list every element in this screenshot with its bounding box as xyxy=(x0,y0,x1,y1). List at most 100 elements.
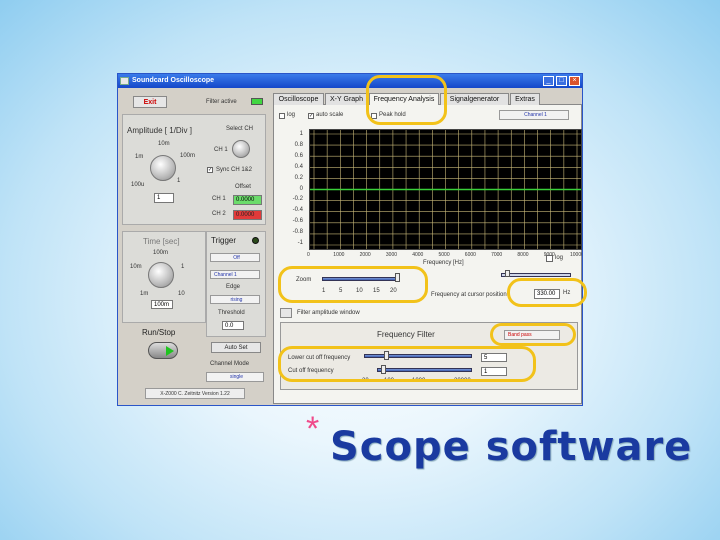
time-tick-label: 10 xyxy=(178,291,185,297)
time-knob[interactable] xyxy=(148,262,174,288)
caption-asterisk: * xyxy=(306,410,320,448)
filter-active-led xyxy=(251,98,263,105)
select-ch-option: CH 1 xyxy=(214,147,228,153)
threshold-value[interactable]: 0.0 xyxy=(222,321,244,330)
trigger-title: Trigger xyxy=(211,236,237,245)
time-tick-label: 100m xyxy=(153,250,169,256)
log-checkbox[interactable] xyxy=(279,113,285,119)
auto-scale-label: auto scale xyxy=(316,112,344,118)
amp-tick-label: 10m xyxy=(158,141,170,147)
trigger-mode-dropdown[interactable]: Off xyxy=(210,253,260,262)
spectrum-svg xyxy=(310,130,581,249)
filter-window-button[interactable] xyxy=(280,308,292,318)
filter-active-label: Filter active xyxy=(206,99,237,105)
log-label: log xyxy=(287,112,296,118)
sync-label: Sync CH 1&2 xyxy=(216,167,253,173)
spectrum-plot xyxy=(309,129,582,250)
x-tick-label: 8000 xyxy=(517,252,529,258)
channel-dropdown[interactable]: Channel 1 xyxy=(499,110,569,120)
highlight-frequency-tab xyxy=(366,75,447,125)
highlight-zoom xyxy=(278,266,428,303)
tab-oscilloscope[interactable]: Oscilloscope xyxy=(273,93,324,105)
close-button[interactable]: × xyxy=(569,76,580,86)
x-tick-label: 7000 xyxy=(491,252,503,258)
threshold-label: Threshold xyxy=(218,310,245,316)
tab-signalgenerator[interactable]: Signalgenerator xyxy=(440,93,509,105)
amp-tick-label: 1 xyxy=(177,178,181,184)
sync-checkbox[interactable]: ✓ xyxy=(207,167,213,173)
y-tick-label: 0.4 xyxy=(294,163,303,170)
x-tick-label: 10000 xyxy=(570,252,583,258)
y-tick-label: 0.6 xyxy=(294,152,303,159)
select-ch-knob[interactable] xyxy=(232,140,250,158)
window-title: Soundcard Oscilloscope xyxy=(132,77,215,84)
y-tick-label: -0.8 xyxy=(292,229,303,236)
y-tick-label: 0.2 xyxy=(294,174,303,181)
x-tick-label: 2000 xyxy=(359,252,371,258)
time-tick-label: 1 xyxy=(181,264,185,270)
offset-ch2-value[interactable]: 0.0000 xyxy=(233,210,262,220)
x-axis-label: Frequency [Hz] xyxy=(423,260,464,266)
x-tick-label: 4000 xyxy=(412,252,424,258)
run-stop-button[interactable] xyxy=(148,342,178,359)
offset-ch2-label: CH 2 xyxy=(212,211,226,217)
channel-mode-dropdown[interactable]: single xyxy=(206,372,264,382)
x-tick-label: 3000 xyxy=(385,252,398,258)
cursor-scrollbar[interactable] xyxy=(501,273,571,277)
frequency-filter-title: Frequency Filter xyxy=(377,330,435,339)
x-tick-label: 5000 xyxy=(438,252,450,258)
caption-title: Scope software xyxy=(330,424,693,470)
log2-checkbox[interactable] xyxy=(546,255,553,262)
log2-label: log xyxy=(555,255,564,261)
amplitude-knob[interactable] xyxy=(150,155,176,181)
time-value[interactable]: 100m xyxy=(151,300,173,309)
tab-extras[interactable]: Extras xyxy=(510,93,540,105)
amplitude-title: Amplitude [ 1/Div ] xyxy=(127,126,192,135)
exit-button[interactable]: Exit xyxy=(133,96,167,108)
maximize-button[interactable]: □ xyxy=(556,76,567,86)
x-axis-ticks: 0100020003000400050006000700080009000100… xyxy=(303,252,583,260)
select-ch-label: Select CH xyxy=(226,126,254,132)
y-tick-label: -1 xyxy=(297,240,303,246)
time-tick-label: 10m xyxy=(130,264,142,270)
filter-window-label: Filter amplitude window xyxy=(297,310,360,316)
auto-scale-checkbox[interactable]: ✓ xyxy=(308,113,314,119)
cursor-scroll-thumb[interactable] xyxy=(505,270,510,277)
amp-tick-label: 100m xyxy=(180,153,196,159)
tab-xy-graph[interactable]: X-Y Graph xyxy=(325,93,368,105)
time-tick-label: 1m xyxy=(140,291,149,297)
y-tick-label: 0 xyxy=(299,185,303,192)
run-stop-label: Run/Stop xyxy=(142,328,176,337)
play-icon xyxy=(166,346,174,356)
app-icon xyxy=(120,77,129,85)
cursor-frequency-label: Frequency at cursor position xyxy=(431,292,507,298)
auto-set-button[interactable]: Auto Set xyxy=(211,342,261,353)
minimize-button[interactable]: _ xyxy=(543,76,554,86)
y-tick-label: -0.2 xyxy=(292,196,303,203)
x-tick-label: 1000 xyxy=(333,252,345,258)
edge-dropdown[interactable]: rising xyxy=(210,295,260,304)
amp-tick-label: 100u xyxy=(131,182,145,188)
title-bar: Soundcard Oscilloscope xyxy=(118,74,582,88)
channel-mode-label: Channel Mode xyxy=(210,361,250,367)
x-tick-label: 0 xyxy=(307,252,310,258)
y-tick-label: 0.8 xyxy=(294,141,303,148)
y-tick-label: -0.4 xyxy=(292,207,303,214)
offset-ch1-value[interactable]: 0.0000 xyxy=(233,195,262,205)
time-title: Time [sec] xyxy=(143,237,180,246)
trigger-channel-dropdown[interactable]: Channel 1 xyxy=(210,270,260,279)
highlight-cursor-frequency xyxy=(507,278,587,307)
highlight-filter-type xyxy=(490,323,576,346)
highlight-cutoff-sliders xyxy=(278,346,536,382)
edge-label: Edge xyxy=(226,284,241,290)
amp-tick-label: 1m xyxy=(135,154,144,160)
offset-label: Offset xyxy=(235,184,251,190)
y-axis-ticks: 1 0.8 0.6 0.4 0.2 0 -0.2 -0.4 -0.6 -0.8 -1 xyxy=(275,127,307,252)
y-tick-label: 1 xyxy=(299,131,303,137)
y-tick-label: -0.6 xyxy=(292,218,303,225)
amplitude-value[interactable]: 1 xyxy=(154,193,174,203)
offset-ch1-label: CH 1 xyxy=(212,196,226,202)
version-label: X-Z000 C. Zeitnitz Version 1.22 xyxy=(145,388,245,399)
x-tick-label: 6000 xyxy=(464,252,476,258)
trigger-led xyxy=(252,237,259,244)
